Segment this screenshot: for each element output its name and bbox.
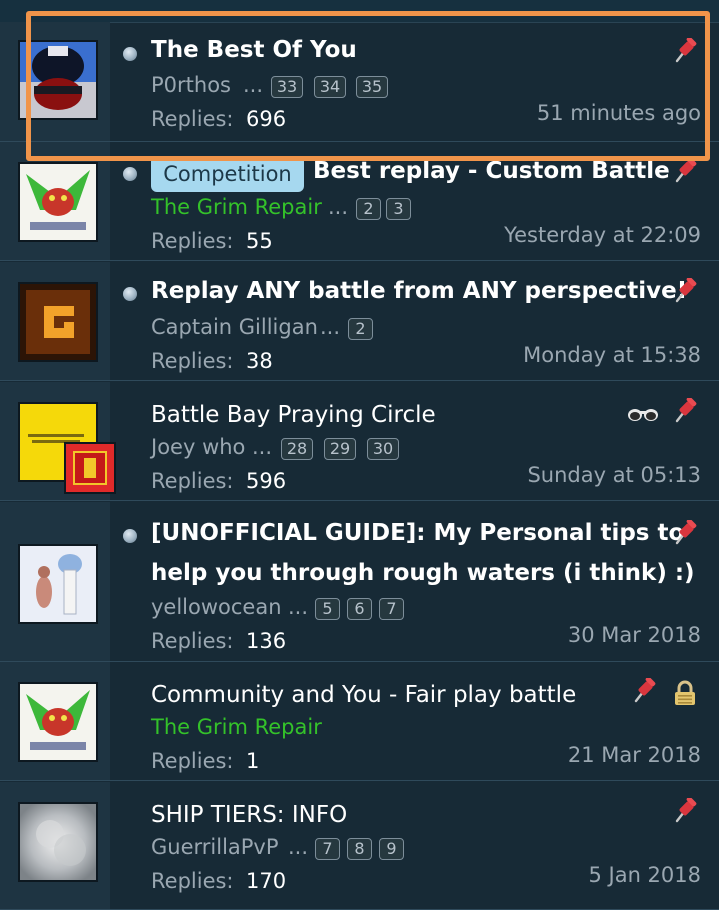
page-link[interactable]: 9 (379, 838, 404, 860)
replies-count: 38 (246, 349, 273, 373)
page-link[interactable]: 35 (356, 76, 388, 98)
page-link[interactable]: 7 (379, 598, 404, 620)
thread-title[interactable]: Battle Bay Praying Circle (151, 402, 436, 428)
page-ellipsis: ... (328, 195, 349, 219)
page-link[interactable]: 29 (324, 438, 356, 460)
page-ellipsis: ... (243, 73, 264, 97)
replies-count: 696 (246, 107, 287, 131)
avatar[interactable] (18, 282, 98, 362)
avatar[interactable] (64, 442, 116, 494)
page-ellipsis: ... (288, 595, 309, 619)
thread-row[interactable]: The Best Of You P0rthos ... 33 34 35 Rep… (0, 22, 719, 142)
replies-label: Replies: (151, 629, 234, 653)
thread-title[interactable]: Replay ANY battle from ANY perspective! (151, 278, 687, 304)
pin-icon (675, 158, 698, 183)
thread-author[interactable]: The Grim Repair (151, 715, 322, 739)
avatar[interactable] (18, 682, 98, 762)
replies-count: 55 (246, 229, 273, 253)
thread-row[interactable]: SHIP TIERS: INFO GuerrillaPvP ... 7 8 9 … (0, 782, 719, 910)
thread-prefix-badge[interactable]: Competition (151, 156, 304, 192)
page-link[interactable]: 2 (356, 198, 381, 220)
replies-label: Replies: (151, 349, 234, 373)
last-post-date[interactable]: Yesterday at 22:09 (504, 223, 701, 247)
thread-author[interactable]: yellowocean (151, 595, 282, 619)
lock-icon (675, 680, 695, 705)
thread-row[interactable]: Community and You - Fair play battle The… (0, 662, 719, 781)
thread-author[interactable]: GuerrillaPvP (151, 835, 279, 859)
page-link[interactable]: 3 (386, 198, 411, 220)
page-link[interactable]: 34 (314, 76, 346, 98)
replies-count: 170 (246, 869, 287, 893)
replies-label: Replies: (151, 749, 234, 773)
pin-icon (675, 798, 698, 823)
last-post-date[interactable]: 30 Mar 2018 (568, 623, 701, 647)
unread-bullet-icon (123, 167, 137, 181)
pin-icon (675, 520, 698, 545)
pin-icon (634, 678, 657, 703)
page-link[interactable]: 30 (367, 438, 399, 460)
page-link[interactable]: 28 (281, 438, 313, 460)
thread-author[interactable]: P0rthos (151, 73, 231, 97)
last-post-date[interactable]: Sunday at 05:13 (527, 463, 701, 487)
page-ellipsis: ... (252, 435, 273, 459)
page-link[interactable]: 8 (347, 838, 372, 860)
avatar[interactable] (18, 162, 98, 242)
page-link[interactable]: 6 (347, 598, 372, 620)
last-post-date[interactable]: 21 Mar 2018 (568, 743, 701, 767)
glasses-icon (628, 409, 658, 421)
last-post-date[interactable]: 51 minutes ago (537, 101, 701, 125)
replies-count: 136 (246, 629, 287, 653)
replies-label: Replies: (151, 229, 234, 253)
thread-title[interactable]: The Best Of You (151, 37, 357, 63)
unread-bullet-icon (123, 287, 137, 301)
pin-icon (675, 278, 698, 303)
thread-author[interactable]: Captain Gilligan (151, 315, 318, 339)
page-link[interactable]: 2 (348, 318, 373, 340)
last-post-date[interactable]: 5 Jan 2018 (588, 863, 701, 887)
replies-count: 596 (246, 469, 287, 493)
avatar[interactable] (18, 802, 98, 882)
list-header-strip (0, 0, 719, 23)
page-link[interactable]: 33 (271, 76, 303, 98)
thread-title[interactable]: Best replay - Custom Battle (313, 158, 670, 184)
unread-bullet-icon (123, 529, 137, 543)
replies-label: Replies: (151, 107, 234, 131)
thread-author[interactable]: Joey who (151, 435, 245, 459)
avatar[interactable] (18, 544, 98, 624)
replies-label: Replies: (151, 469, 234, 493)
replies-count: 1 (246, 749, 260, 773)
thread-row[interactable]: Competition Best replay - Custom Battle … (0, 142, 719, 261)
page-ellipsis: ... (288, 835, 309, 859)
thread-title-line-1[interactable]: [UNOFFICIAL GUIDE]: My Personal tips to (151, 520, 684, 546)
page-link[interactable]: 7 (315, 838, 340, 860)
replies-label: Replies: (151, 869, 234, 893)
thread-row[interactable]: Replay ANY battle from ANY perspective! … (0, 262, 719, 381)
last-post-date[interactable]: Monday at 15:38 (523, 343, 701, 367)
thread-title[interactable]: SHIP TIERS: INFO (151, 802, 347, 828)
thread-row[interactable]: Battle Bay Praying Circle Joey who ... 2… (0, 382, 719, 501)
thread-row[interactable]: [UNOFFICIAL GUIDE]: My Personal tips to … (0, 502, 719, 662)
page-ellipsis: ... (320, 315, 341, 339)
thread-title-line-2[interactable]: help you through rough waters (i think) … (151, 560, 695, 586)
thread-title[interactable]: Community and You - Fair play battle (151, 682, 576, 708)
unread-bullet-icon (123, 47, 137, 61)
thread-author[interactable]: The Grim Repair (151, 195, 322, 219)
page-link[interactable]: 5 (315, 598, 340, 620)
avatar[interactable] (18, 40, 98, 120)
pin-icon (675, 38, 698, 63)
pin-icon (675, 398, 698, 423)
